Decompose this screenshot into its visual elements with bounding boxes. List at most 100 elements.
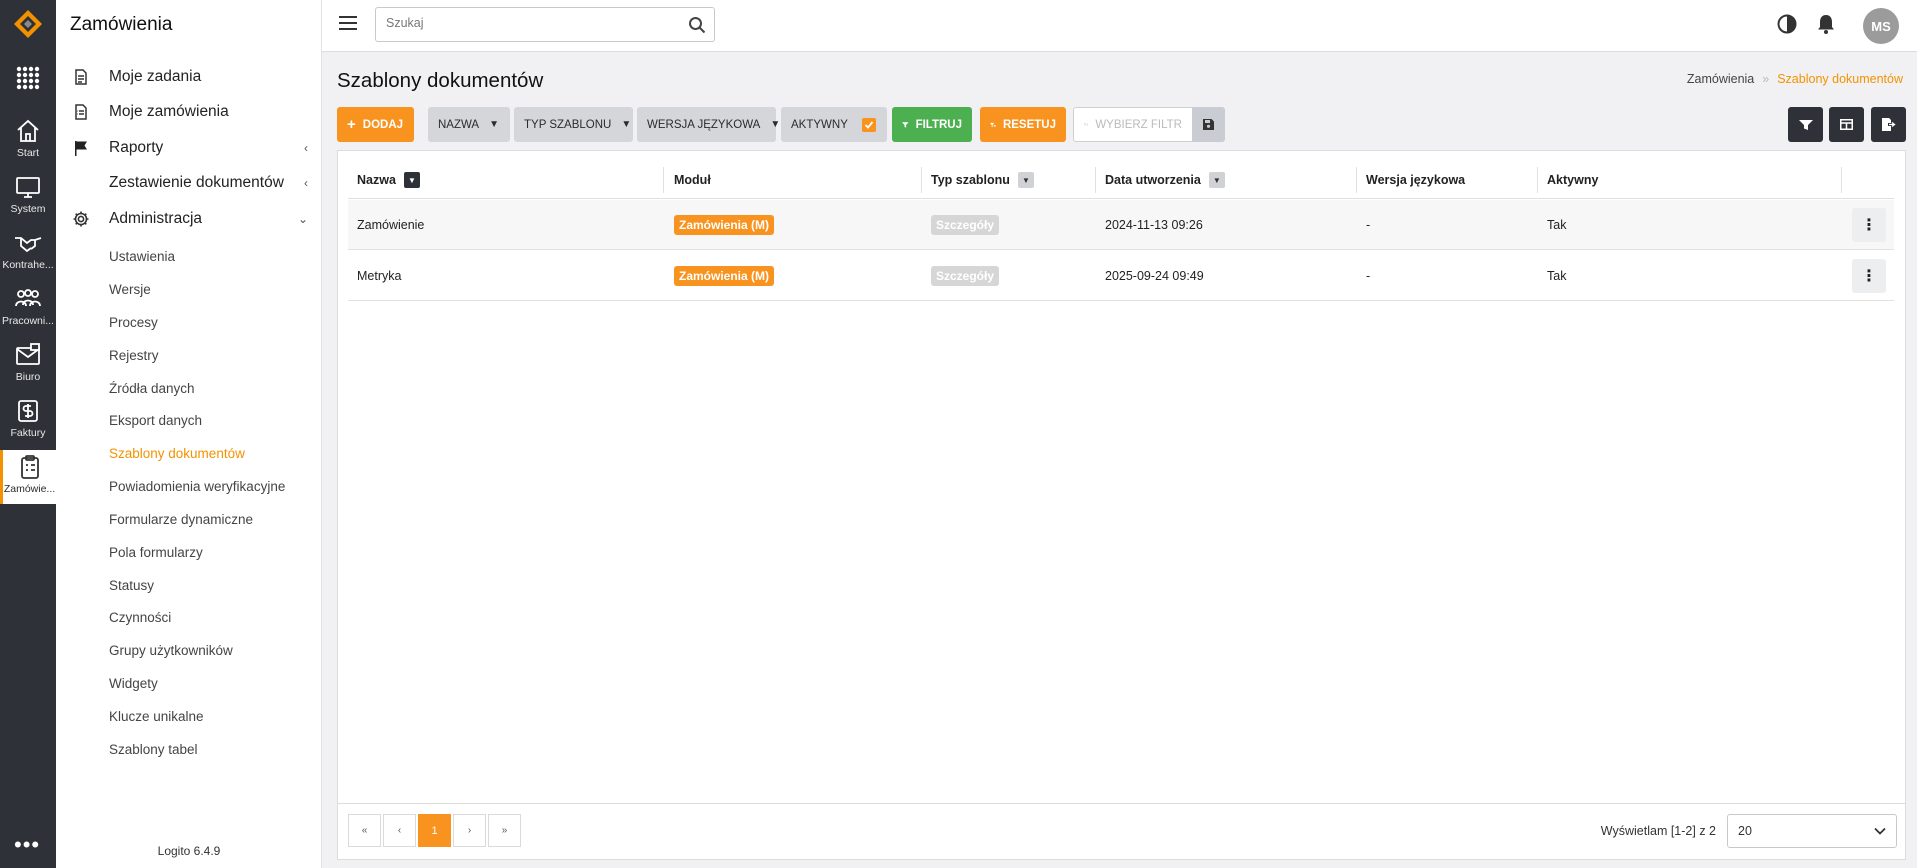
export-button[interactable] — [1871, 107, 1906, 142]
clipboard-icon — [20, 455, 39, 479]
rail-item-kontrahenci[interactable]: Kontrahe... — [0, 226, 56, 280]
rail-item-zamowienia[interactable]: Zamówie... — [0, 450, 56, 504]
column-header-modul[interactable]: Moduł — [674, 161, 711, 199]
sidebar-item-moje-zadania[interactable]: Moje zadania — [56, 60, 322, 94]
sidebar-item-administracja[interactable]: Administracja ⌄ — [56, 202, 322, 236]
save-filter-button[interactable] — [1192, 107, 1225, 142]
logito-logo[interactable] — [12, 8, 44, 40]
sidebar-subitem-powiadomienia-weryfikacyjne[interactable]: Powiadomienia weryfikacyjne — [109, 476, 285, 498]
rail-item-system[interactable]: System — [0, 170, 56, 224]
rail-item-start[interactable]: Start — [0, 114, 56, 168]
previous-page-button[interactable]: ‹ — [383, 814, 416, 847]
search-box — [375, 7, 715, 42]
dollar-icon — [18, 400, 38, 422]
sort-down-icon[interactable]: ▼ — [1208, 172, 1225, 188]
sidebar-item-label: Zestawienie dokumentów — [109, 174, 284, 191]
chevron-down-icon: ▼ — [770, 119, 781, 130]
cell-name: Zamówienie — [357, 218, 425, 232]
sort-down-icon[interactable]: ▼ — [403, 172, 420, 188]
hamburger-menu-icon[interactable] — [338, 14, 358, 32]
column-header-data-utworzenia[interactable]: Data utworzenia ▼ — [1105, 161, 1225, 199]
column-header-typ-szablonu[interactable]: Typ szablonu ▼ — [931, 161, 1034, 199]
mail-icon — [16, 343, 40, 365]
row-actions-kebab-icon[interactable]: ⋮ — [1852, 208, 1886, 242]
row-actions-kebab-icon[interactable]: ⋮ — [1852, 259, 1886, 293]
filter-button[interactable]: FILTRUJ — [892, 107, 972, 142]
choose-filter-dropdown[interactable]: WYBIERZ FILTR — [1073, 107, 1193, 142]
sidebar-subitem-rejestry[interactable]: Rejestry — [109, 345, 159, 367]
sidebar-subitem-szablony-tabel[interactable]: Szablony tabel — [109, 739, 198, 761]
rail-item-pracownicy[interactable]: Pracowni... — [0, 282, 56, 336]
sidebar-item-moje-zamowienia[interactable]: Moje zamówienia — [56, 95, 322, 129]
sidebar-subitem-procesy[interactable]: Procesy — [109, 312, 158, 334]
sidebar-title: Zamówienia — [70, 14, 173, 35]
sidebar-subitem-zrodla-danych[interactable]: Źródła danych — [109, 378, 195, 400]
breadcrumb-current: Szablony dokumentów — [1777, 72, 1903, 86]
search-input[interactable] — [386, 16, 666, 30]
breadcrumb-item[interactable]: Zamówienia — [1687, 72, 1754, 86]
active-filter-toggle[interactable]: AKTYWNY — [781, 107, 887, 142]
active-filter-label: AKTYWNY — [791, 118, 848, 131]
sidebar-item-label: Moje zamówienia — [109, 103, 229, 120]
sidebar-subitem-czynnosci[interactable]: Czynności — [109, 607, 171, 629]
sidebar-subitem-grupy-uzytkownikow[interactable]: Grupy użytkowników — [109, 640, 233, 662]
chevron-left-icon: ‹ — [304, 176, 308, 190]
language-version-filter-dropdown[interactable]: WERSJA JĘZYKOWA ▼ — [637, 107, 780, 142]
active-checkbox[interactable] — [861, 117, 876, 132]
next-page-button[interactable]: › — [453, 814, 486, 847]
sidebar-item-label: Administracja — [109, 210, 203, 227]
template-type-badge: Szczegóły — [931, 266, 1000, 286]
sidebar: Zamówienia Moje zadania Moje zamówienia … — [56, 0, 322, 868]
sidebar-subitem-eksport-danych[interactable]: Eksport danych — [109, 410, 202, 432]
page-number-button[interactable]: 1 — [418, 814, 451, 847]
search-icon[interactable] — [688, 16, 706, 34]
template-type-badge: Szczegóły — [931, 215, 1000, 235]
reset-button[interactable]: RESETUJ — [980, 107, 1066, 142]
contrast-icon[interactable] — [1776, 13, 1798, 35]
user-avatar[interactable]: MS — [1863, 8, 1899, 44]
sidebar-subitem-widgety[interactable]: Widgety — [109, 673, 158, 695]
apps-grid-icon[interactable] — [16, 66, 40, 90]
bell-icon[interactable] — [1815, 13, 1837, 35]
name-filter-dropdown[interactable]: NAZWA ▼ — [428, 107, 510, 142]
table-row[interactable]: Zamówienie Zamówienia (M) Szczegóły 2024… — [348, 200, 1894, 250]
first-page-button[interactable]: « — [348, 814, 381, 847]
sidebar-item-raporty[interactable]: Raporty ‹ — [56, 131, 322, 165]
sidebar-subitem-ustawienia[interactable]: Ustawienia — [109, 246, 175, 268]
sidebar-subitem-statusy[interactable]: Statusy — [109, 575, 154, 597]
column-header-nazwa[interactable]: Nazwa ▼ — [357, 161, 420, 199]
add-button[interactable]: + DODAJ — [337, 107, 414, 142]
sidebar-subitem-klucze-unikalne[interactable]: Klucze unikalne — [109, 706, 204, 728]
module-badge: Zamówienia (M) — [674, 266, 775, 286]
columns-button[interactable] — [1829, 107, 1864, 142]
column-header-label: Aktywny — [1547, 173, 1599, 187]
table-row[interactable]: Metryka Zamówienia (M) Szczegóły 2025-09… — [348, 251, 1894, 301]
rail-label: Start — [16, 147, 40, 159]
column-header-label: Nazwa — [357, 173, 396, 187]
sidebar-subitem-pola-formularzy[interactable]: Pola formularzy — [109, 542, 203, 564]
column-header-aktywny[interactable]: Aktywny — [1547, 161, 1598, 199]
filter-list-icon — [1084, 122, 1089, 126]
app-rail: Start System Kontrahe... Pracowni... Biu… — [0, 0, 56, 868]
records-count: Wyświetlam [1-2] z 2 — [1600, 824, 1716, 838]
name-filter-label: NAZWA — [438, 118, 480, 131]
more-apps-icon[interactable]: ••• — [14, 834, 40, 856]
sidebar-subitem-formularze-dynamiczne[interactable]: Formularze dynamiczne — [109, 509, 253, 531]
sidebar-subitem-wersje[interactable]: Wersje — [109, 279, 151, 301]
sidebar-subitem-szablony-dokumentow[interactable]: Szablony dokumentów — [109, 443, 245, 465]
column-separator — [1537, 167, 1538, 193]
people-icon — [15, 289, 41, 307]
last-page-button[interactable]: » — [488, 814, 521, 847]
document-icon — [75, 69, 87, 85]
chevron-down-icon — [1874, 827, 1886, 835]
rail-item-biuro[interactable]: Biuro — [0, 338, 56, 392]
sidebar-item-zestawienie-dokumentow[interactable]: Zestawienie dokumentów ‹ — [56, 166, 322, 200]
sidebar-item-label: Raporty — [109, 139, 164, 156]
filter-panel-button[interactable] — [1788, 107, 1823, 142]
funnel-settings-icon — [1798, 119, 1813, 130]
page-size-select[interactable]: 20 — [1727, 814, 1897, 848]
column-header-wersja-jezykowa[interactable]: Wersja językowa — [1366, 161, 1465, 199]
sort-down-icon[interactable]: ▼ — [1017, 172, 1034, 188]
template-type-filter-dropdown[interactable]: TYP SZABLONU ▼ — [514, 107, 633, 142]
rail-item-faktury[interactable]: Faktury — [0, 394, 56, 448]
